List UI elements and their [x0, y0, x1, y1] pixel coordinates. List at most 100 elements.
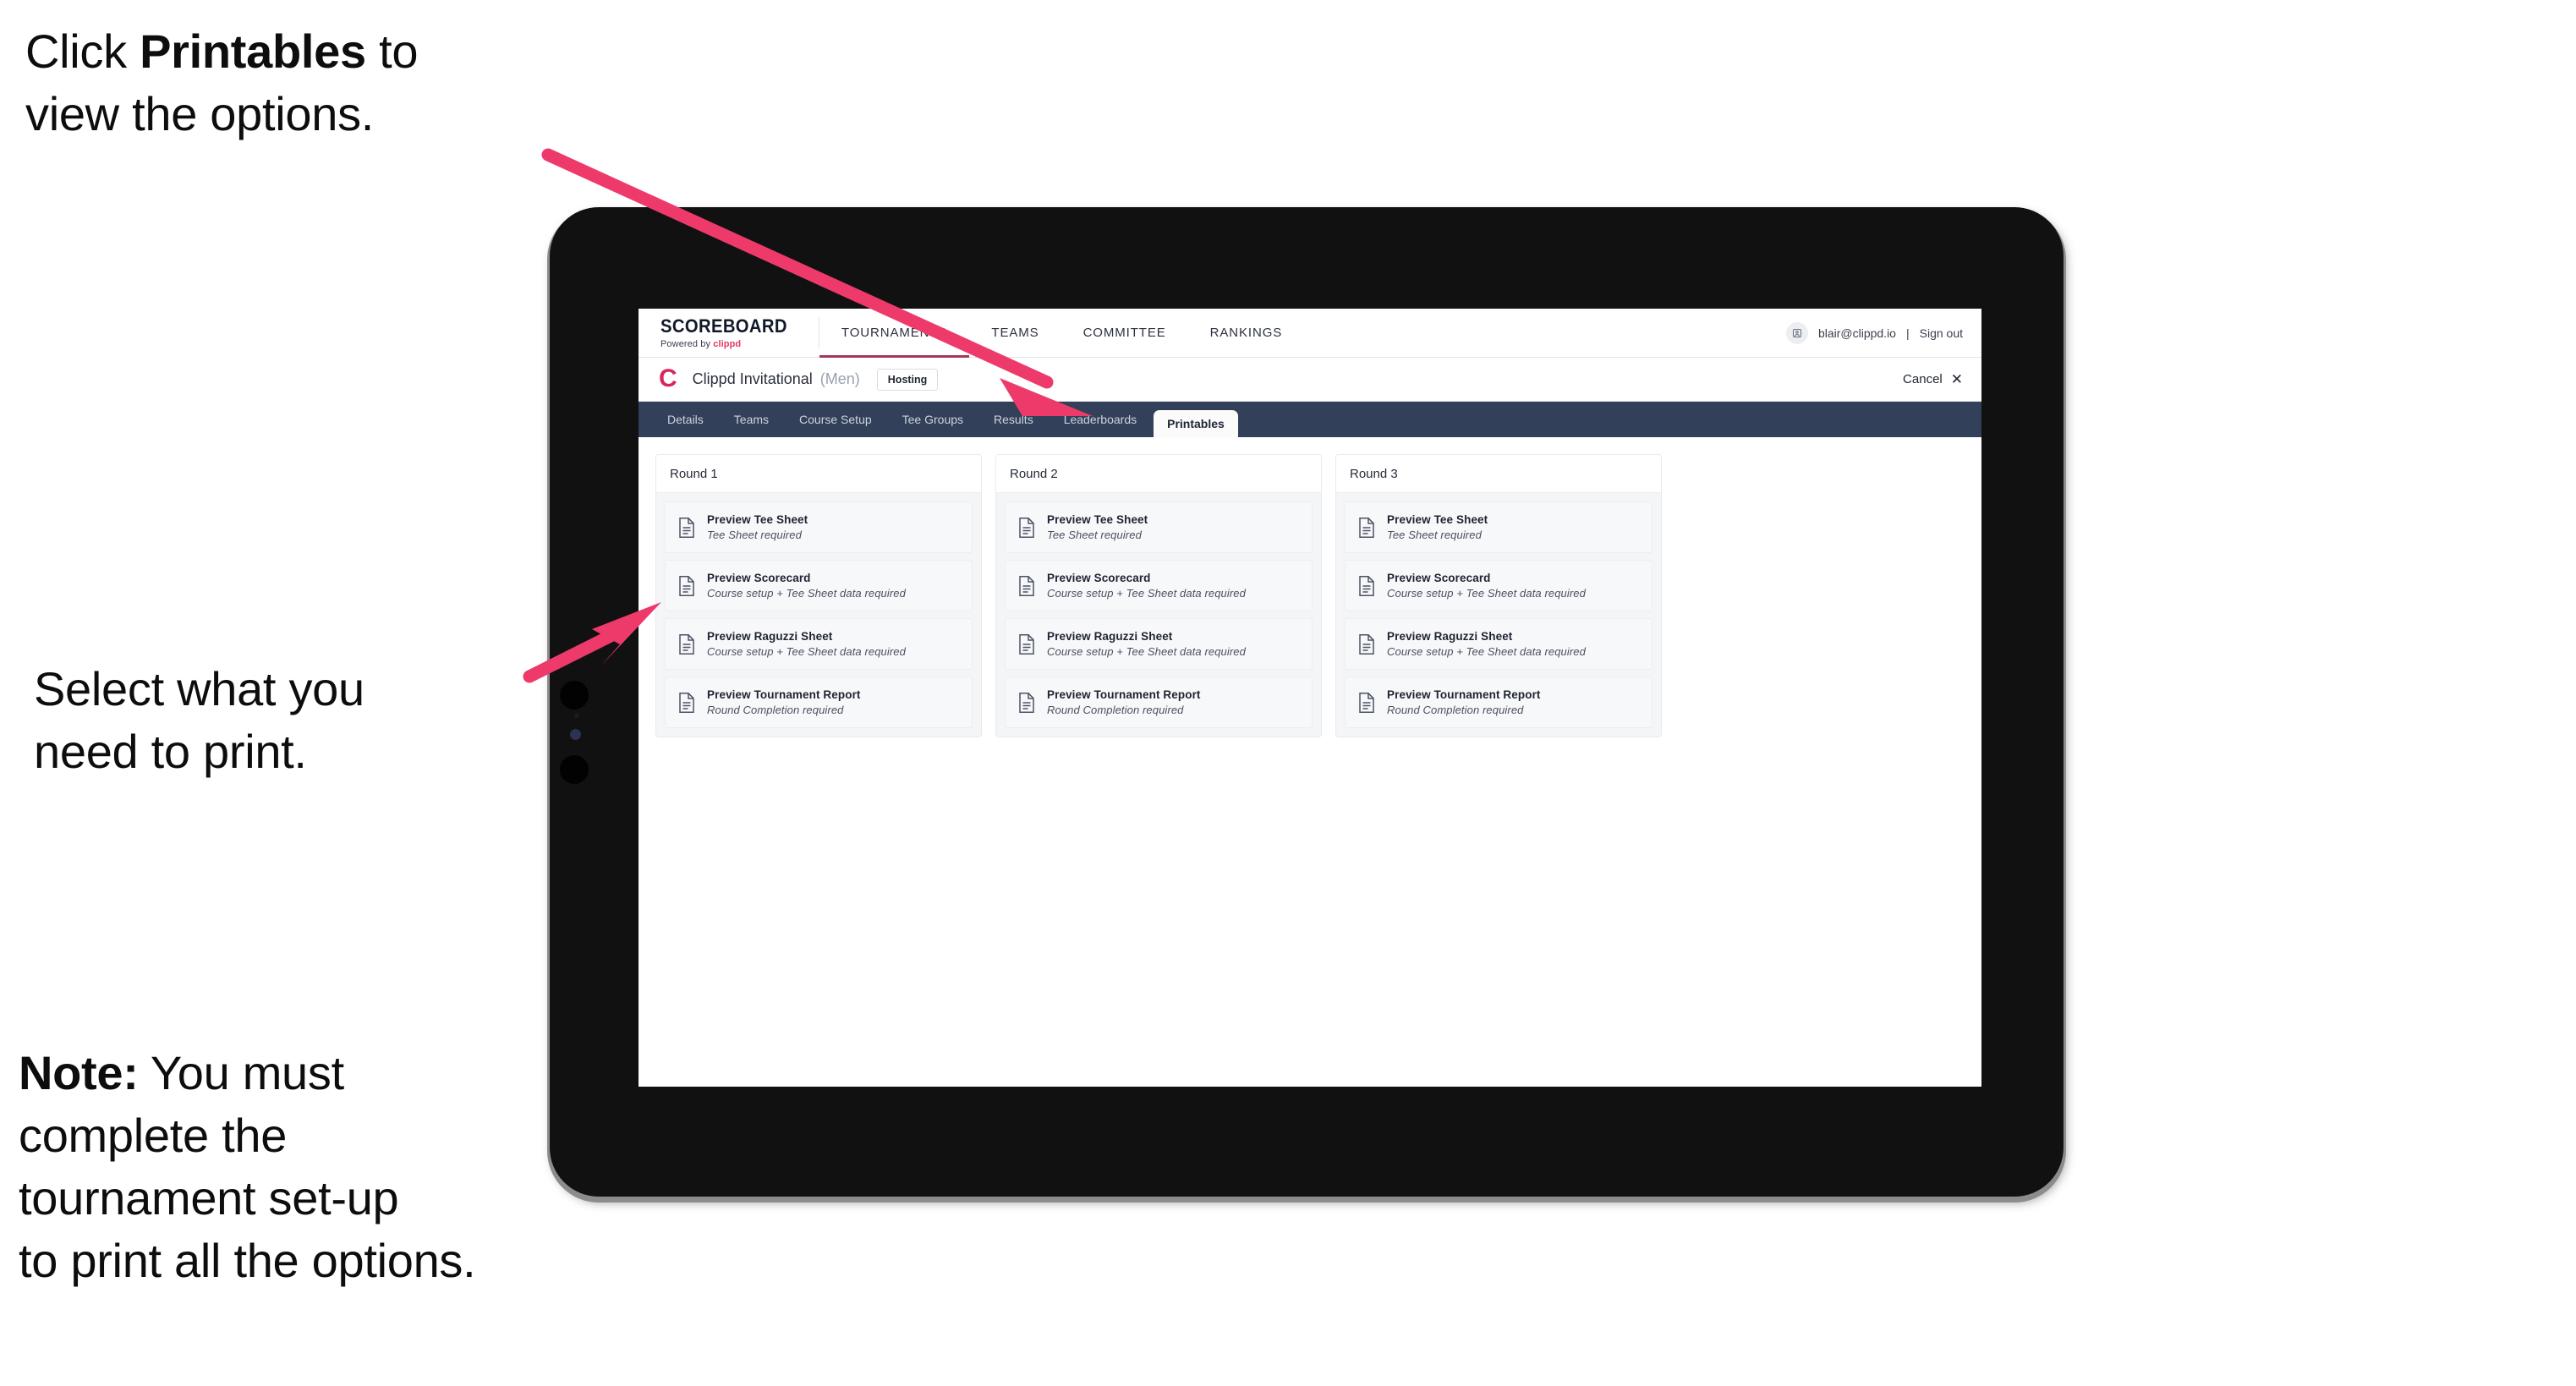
tab-course-setup[interactable]: Course Setup	[786, 402, 885, 437]
status-badge: Hosting	[876, 368, 939, 391]
account-email[interactable]: blair@clippd.io	[1818, 326, 1896, 340]
account-separator: |	[1905, 326, 1910, 340]
printable-item-title: Preview Raguzzi Sheet	[707, 630, 833, 643]
tab-printables[interactable]: Printables	[1154, 410, 1238, 437]
sign-out-link[interactable]: Sign out	[1920, 326, 1963, 340]
tablet-device: SCOREBOARD Powered by clippd TOURNAMENTS…	[542, 200, 2064, 1197]
brand-logo[interactable]: SCOREBOARD Powered by clippd	[639, 309, 819, 357]
brand-powered-prefix: Powered by	[660, 338, 714, 349]
tournament-gender: (Men)	[819, 370, 860, 387]
printable-item[interactable]: Preview Scorecard Course setup + Tee Shee…	[1005, 560, 1313, 611]
document-icon	[679, 692, 694, 713]
printable-item[interactable]: Preview Tournament Report Round Completio…	[1005, 677, 1313, 728]
tournament-header: C Clippd Invitational (Men) Hosting Canc…	[639, 358, 1981, 402]
document-icon	[1359, 575, 1374, 596]
tablet-screen: SCOREBOARD Powered by clippd TOURNAMENTS…	[639, 309, 1981, 1087]
printable-item-text: Preview Tee Sheet Tee Sheet required	[707, 513, 808, 541]
printable-item[interactable]: Preview Scorecard Course setup + Tee Shee…	[1345, 560, 1652, 611]
printable-item-requirement: Round Completion required	[707, 704, 844, 716]
round-title: Round 1	[656, 455, 981, 493]
document-icon	[1019, 692, 1034, 713]
document-icon	[679, 633, 694, 655]
round-column: Round 2 Preview Tee Sheet Tee Sheet requir…	[995, 454, 1322, 737]
printable-item-requirement: Round Completion required	[1387, 704, 1524, 716]
tournament-name: Clippd Invitational	[692, 370, 813, 387]
account-area: blair@clippd.io | Sign out	[1785, 309, 1981, 357]
document-icon	[1359, 517, 1374, 538]
printable-item-requirement: Course setup + Tee Sheet data required	[707, 587, 906, 600]
volume-up-button[interactable]	[560, 681, 589, 709]
printables-content: Round 1 Preview Tee Sheet Tee Sheet requir…	[639, 437, 1981, 1087]
section-tabs: Details Teams Course Setup Tee Groups Re…	[639, 402, 1981, 437]
printable-item-text: Preview Scorecard Course setup + Tee Shee…	[1387, 572, 1586, 600]
printable-item[interactable]: Preview Tee Sheet Tee Sheet required	[665, 501, 973, 553]
volume-down-button[interactable]	[560, 755, 589, 784]
tab-tee-groups[interactable]: Tee Groups	[889, 402, 977, 437]
close-icon: ✕	[1950, 371, 1963, 387]
nav-item-rankings[interactable]: RANKINGS	[1188, 309, 1305, 357]
printable-item-requirement: Course setup + Tee Sheet data required	[1047, 587, 1246, 600]
printable-item-title: Preview Tournament Report	[707, 688, 861, 701]
printable-item-requirement: Course setup + Tee Sheet data required	[1387, 587, 1586, 600]
tab-details[interactable]: Details	[654, 402, 717, 437]
round-card-list: Preview Tee Sheet Tee Sheet required Previ…	[996, 493, 1321, 737]
brand-subtitle: Powered by clippd	[660, 339, 798, 349]
printable-item[interactable]: Preview Tee Sheet Tee Sheet required	[1345, 501, 1652, 553]
printable-item-text: Preview Tee Sheet Tee Sheet required	[1387, 513, 1488, 541]
tab-leaderboards[interactable]: Leaderboards	[1050, 402, 1150, 437]
printable-item-text: Preview Raguzzi Sheet Course setup + Tee …	[1387, 630, 1586, 658]
clippd-logo-icon: C	[659, 364, 677, 392]
printable-item-title: Preview Tee Sheet	[707, 513, 808, 526]
document-icon	[679, 517, 694, 538]
printable-item[interactable]: Preview Tee Sheet Tee Sheet required	[1005, 501, 1313, 553]
printable-item-text: Preview Raguzzi Sheet Course setup + Tee …	[1047, 630, 1246, 658]
document-icon	[1019, 517, 1034, 538]
printable-item[interactable]: Preview Raguzzi Sheet Course setup + Tee …	[1345, 618, 1652, 670]
cancel-label: Cancel	[1903, 372, 1943, 386]
printable-item-title: Preview Tournament Report	[1387, 688, 1541, 701]
printable-item[interactable]: Preview Raguzzi Sheet Course setup + Tee …	[1005, 618, 1313, 670]
nav-item-tournaments[interactable]: TOURNAMENTS	[819, 309, 970, 358]
printable-item-requirement: Tee Sheet required	[1047, 529, 1142, 541]
printable-item-text: Preview Tee Sheet Tee Sheet required	[1047, 513, 1148, 541]
brand-title: SCOREBOARD	[660, 315, 787, 337]
document-icon	[1359, 633, 1374, 655]
cancel-button[interactable]: Cancel ✕	[1903, 372, 1963, 386]
main-navigation: TOURNAMENTS TEAMS COMMITTEE RANKINGS	[819, 309, 1305, 358]
printable-item-title: Preview Scorecard	[1047, 572, 1151, 584]
printable-item-title: Preview Raguzzi Sheet	[1047, 630, 1173, 643]
printable-item[interactable]: Preview Scorecard Course setup + Tee Shee…	[665, 560, 973, 611]
printable-item[interactable]: Preview Tournament Report Round Completio…	[665, 677, 973, 728]
printable-item-requirement: Course setup + Tee Sheet data required	[1387, 645, 1586, 658]
round-column: Round 3 Preview Tee Sheet Tee Sheet requir…	[1335, 454, 1662, 737]
printable-item[interactable]: Preview Raguzzi Sheet Course setup + Tee …	[665, 618, 973, 670]
round-title: Round 2	[996, 455, 1321, 493]
screenshot-stage: Click Printables to view the options. Se…	[0, 0, 2576, 1386]
avatar[interactable]	[1785, 321, 1808, 344]
round-card-list: Preview Tee Sheet Tee Sheet required Previ…	[656, 493, 981, 737]
printable-item-text: Preview Scorecard Course setup + Tee Shee…	[1047, 572, 1246, 600]
printable-item[interactable]: Preview Tournament Report Round Completio…	[1345, 677, 1652, 728]
round-card-list: Preview Tee Sheet Tee Sheet required Previ…	[1336, 493, 1661, 737]
printable-item-requirement: Tee Sheet required	[707, 529, 802, 541]
tab-results[interactable]: Results	[980, 402, 1047, 437]
printable-item-title: Preview Tee Sheet	[1047, 513, 1148, 526]
front-camera-icon	[570, 729, 581, 740]
printable-item-text: Preview Tournament Report Round Completio…	[707, 688, 861, 716]
tab-teams[interactable]: Teams	[721, 402, 782, 437]
printable-item-title: Preview Tee Sheet	[1387, 513, 1488, 526]
printable-item-title: Preview Scorecard	[1387, 572, 1491, 584]
printable-item-text: Preview Tournament Report Round Completio…	[1387, 688, 1541, 716]
printable-item-text: Preview Raguzzi Sheet Course setup + Tee …	[707, 630, 906, 658]
printable-item-requirement: Round Completion required	[1047, 704, 1184, 716]
printable-item-requirement: Tee Sheet required	[1387, 529, 1482, 541]
nav-item-committee[interactable]: COMMITTEE	[1061, 309, 1188, 357]
printable-item-title: Preview Tournament Report	[1047, 688, 1201, 701]
document-icon	[679, 575, 694, 596]
printable-item-title: Preview Raguzzi Sheet	[1387, 630, 1513, 643]
printable-item-text: Preview Tournament Report Round Completio…	[1047, 688, 1201, 716]
app-header: SCOREBOARD Powered by clippd TOURNAMENTS…	[639, 309, 1981, 358]
nav-item-teams[interactable]: TEAMS	[969, 309, 1061, 357]
round-column: Round 1 Preview Tee Sheet Tee Sheet requir…	[655, 454, 982, 737]
microphone-pinhole-icon	[574, 713, 579, 718]
